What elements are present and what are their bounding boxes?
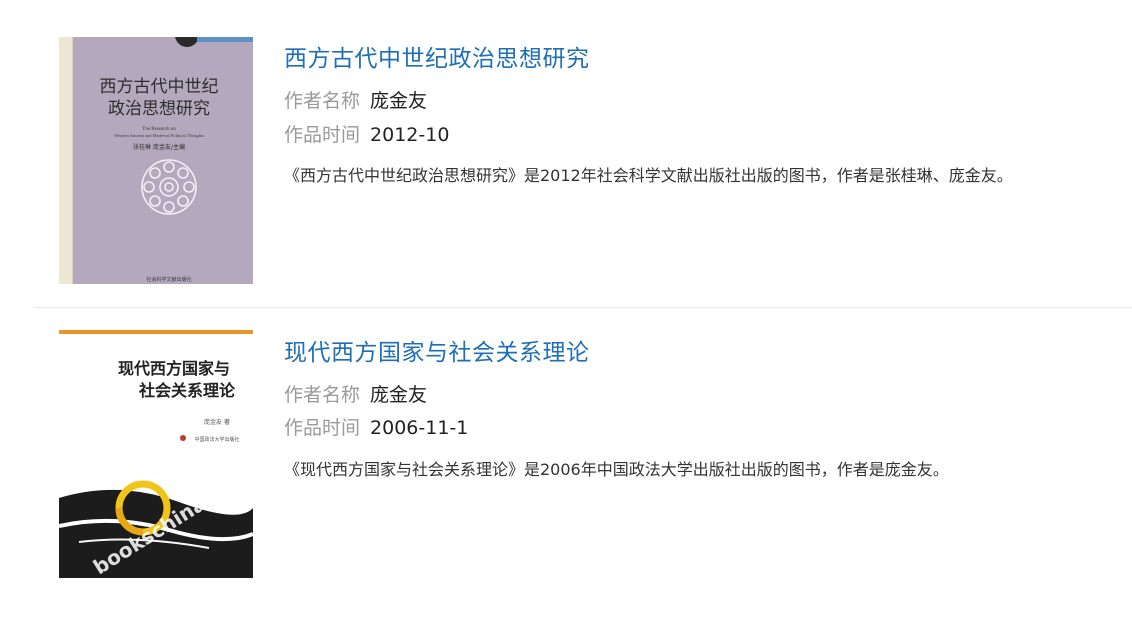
result-title-link[interactable]: 现代西方国家与社会关系理论 xyxy=(284,333,590,367)
result-description: 《现代西方国家与社会关系理论》是2006年中国政法大学出版社出版的图书，作者是庞… xyxy=(284,460,949,479)
date-row: 作品时间 2006-11-1 xyxy=(284,413,468,440)
author-value: 庞金友 xyxy=(370,90,428,112)
author-row: 作者名称 庞金友 xyxy=(284,86,427,113)
date-value: 2006-11-1 xyxy=(370,417,469,439)
cover-author-mark: 庞金友 著 xyxy=(204,418,230,426)
author-row: 作者名称 庞金友 xyxy=(284,380,427,407)
search-result-item: 西方古代中世纪 政治思想研究 The Research on Western A… xyxy=(0,0,1132,307)
date-row: 作品时间 2012-10 xyxy=(284,120,449,147)
date-label: 作品时间 xyxy=(284,417,361,439)
author-label: 作者名称 xyxy=(284,384,361,406)
cover-publisher: 中国政法大学出版社 xyxy=(194,436,239,443)
cover-editors: 张桂琳 庞金友/主编 xyxy=(133,143,185,151)
book-cover-art: 西方古代中世纪 政治思想研究 The Research on Western A… xyxy=(59,37,253,284)
cover-title-line1: 现代西方国家与 xyxy=(118,359,230,378)
date-label: 作品时间 xyxy=(284,124,361,146)
cover-publisher: 社会科学文献出版社 xyxy=(146,276,191,283)
date-value: 2012-10 xyxy=(370,124,450,146)
cover-title-line2: 政治思想研究 xyxy=(108,99,210,119)
author-label: 作者名称 xyxy=(284,90,361,112)
cover-title-line1: 西方古代中世纪 xyxy=(100,77,219,97)
search-result-item: 现代西方国家与 社会关系理论 庞金友 著 中国政法大学出版社 bookschin… xyxy=(0,308,1132,619)
author-value: 庞金友 xyxy=(370,384,428,406)
book-cover-image[interactable]: 西方古代中世纪 政治思想研究 The Research on Western A… xyxy=(59,37,253,284)
result-description: 《西方古代中世纪政治思想研究》是2012年社会科学文献出版社出版的图书，作者是张… xyxy=(284,166,1013,185)
cover-subtitle-line1: The Research on xyxy=(142,127,176,132)
book-cover-image[interactable]: 现代西方国家与 社会关系理论 庞金友 著 中国政法大学出版社 bookschin… xyxy=(59,330,253,578)
cover-title-line2: 社会关系理论 xyxy=(138,381,236,400)
cover-subtitle-line2: Western Ancient and Medieval Political T… xyxy=(114,133,204,138)
book-cover-art: 现代西方国家与 社会关系理论 庞金友 著 中国政法大学出版社 bookschin… xyxy=(59,330,253,578)
result-title-link[interactable]: 西方古代中世纪政治思想研究 xyxy=(284,39,590,73)
